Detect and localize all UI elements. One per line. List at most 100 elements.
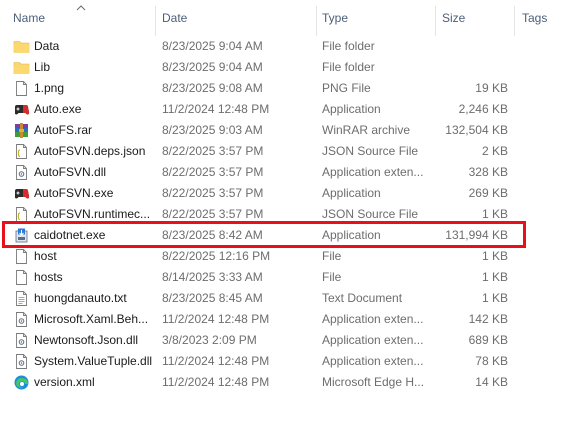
file-name: Lib <box>34 60 51 74</box>
highlight-box <box>2 221 526 248</box>
file-size: 328 KB <box>468 165 508 179</box>
file-type: File folder <box>322 60 375 74</box>
file-row[interactable]: AutoFSVN.dll 8/22/2025 3:57 PM Application… <box>0 162 569 183</box>
file-type: File <box>322 249 342 263</box>
file-name: AutoFSVN.dll <box>34 165 107 179</box>
file-row[interactable]: AutoFSVN.exe 8/22/2025 3:57 PM Application… <box>0 183 569 204</box>
file-name: Newtonsoft.Json.dll <box>34 333 139 347</box>
file-type: WinRAR archive <box>322 123 411 137</box>
file-size: 78 KB <box>475 354 508 368</box>
gamepad-icon <box>13 101 30 118</box>
column-divider[interactable] <box>155 6 156 36</box>
file-size: 2 KB <box>481 144 508 158</box>
gamepad-icon <box>13 185 30 202</box>
file-date: 3/8/2023 2:09 PM <box>162 333 257 347</box>
file-date: 11/2/2024 12:48 PM <box>162 354 270 368</box>
file-date: 11/2/2024 12:48 PM <box>162 375 270 389</box>
file-type: Microsoft Edge H... <box>322 375 425 389</box>
file-name: Microsoft.Xaml.Beh... <box>34 312 149 326</box>
dll-file-icon <box>13 164 30 181</box>
file-row[interactable]: host 8/22/2025 12:16 PM File 1 KB <box>0 246 569 267</box>
column-divider[interactable] <box>435 6 436 36</box>
file-date: 8/22/2025 3:57 PM <box>162 186 264 200</box>
file-row[interactable]: Newtonsoft.Json.dll 3/8/2023 2:09 PM Appli… <box>0 330 569 351</box>
file-date: 8/22/2025 3:57 PM <box>162 144 264 158</box>
file-row[interactable]: huongdanauto.txt 8/23/2025 8:45 AM Text Do… <box>0 288 569 309</box>
column-header-date[interactable]: Date <box>162 0 312 36</box>
file-size: 269 KB <box>468 186 508 200</box>
file-row[interactable]: Lib 8/23/2025 9:04 AM File folder <box>0 57 569 78</box>
file-name: version.xml <box>34 375 95 389</box>
file-type: PNG File <box>322 81 371 95</box>
column-header-type[interactable]: Type <box>322 0 432 36</box>
file-date: 11/2/2024 12:48 PM <box>162 102 270 116</box>
file-name: hosts <box>34 270 63 284</box>
edge-icon <box>13 374 30 391</box>
dll-file-icon <box>13 311 30 328</box>
file-date: 8/14/2025 3:33 AM <box>162 270 263 284</box>
winrar-icon <box>13 122 30 139</box>
file-type: Application exten... <box>322 165 424 179</box>
file-name: System.ValueTuple.dll <box>34 354 153 368</box>
file-type: Text Document <box>322 291 403 305</box>
file-name: AutoFS.rar <box>34 123 93 137</box>
file-row[interactable]: version.xml 11/2/2024 12:48 PM Microsoft E… <box>0 372 569 393</box>
file-row[interactable]: AutoFSVN.deps.json 8/22/2025 3:57 PM JSON … <box>0 141 569 162</box>
file-date: 8/22/2025 12:16 PM <box>162 249 271 263</box>
file-type: Application <box>322 186 381 200</box>
dll-file-icon <box>13 353 30 370</box>
file-icon <box>13 248 30 265</box>
file-type: Application exten... <box>322 354 424 368</box>
file-size: 19 KB <box>475 81 508 95</box>
column-header-bar: Name Date Type Size Tags <box>0 0 569 36</box>
file-row[interactable]: AutoFS.rar 8/23/2025 9:03 AM WinRAR archiv… <box>0 120 569 141</box>
file-type: Application <box>322 102 381 116</box>
file-size: 132,504 KB <box>445 123 508 137</box>
file-name: host <box>34 249 57 263</box>
dll-file-icon <box>13 332 30 349</box>
file-size: 142 KB <box>468 312 508 326</box>
text-file-icon <box>13 290 30 307</box>
file-name: 1.png <box>34 81 65 95</box>
file-size: 689 KB <box>468 333 508 347</box>
file-date: 8/23/2025 9:08 AM <box>162 81 263 95</box>
file-row[interactable]: 1.png 8/23/2025 9:08 AM PNG File 19 KB <box>0 78 569 99</box>
column-header-size[interactable]: Size <box>442 0 510 36</box>
file-name: huongdanauto.txt <box>34 291 127 305</box>
file-date: 8/23/2025 9:04 AM <box>162 39 263 53</box>
file-row[interactable]: Auto.exe 11/2/2024 12:48 PM Application 2,2… <box>0 99 569 120</box>
file-date: 11/2/2024 12:48 PM <box>162 312 270 326</box>
column-header-name[interactable]: Name <box>13 0 153 36</box>
file-name: AutoFSVN.deps.json <box>34 144 146 158</box>
file-size: 14 KB <box>475 375 508 389</box>
file-row[interactable]: Microsoft.Xaml.Beh... 11/2/2024 12:48 PM A… <box>0 309 569 330</box>
file-type: File folder <box>322 39 375 53</box>
file-size: 2,246 KB <box>458 102 508 116</box>
file-date: 8/23/2025 9:03 AM <box>162 123 263 137</box>
column-divider[interactable] <box>514 6 515 36</box>
file-row[interactable]: hosts 8/14/2025 3:33 AM File 1 KB <box>0 267 569 288</box>
file-size: 1 KB <box>481 249 508 263</box>
file-row[interactable]: Data 8/23/2025 9:04 AM File folder <box>0 36 569 57</box>
json-file-icon <box>13 143 30 160</box>
file-type: Application exten... <box>322 333 424 347</box>
file-type: File <box>322 270 342 284</box>
file-icon <box>13 80 30 97</box>
file-size <box>436 36 508 57</box>
column-divider[interactable] <box>316 6 317 36</box>
folder-icon <box>13 59 30 76</box>
folder-icon <box>13 38 30 55</box>
file-name: Auto.exe <box>34 102 82 116</box>
file-name: AutoFSVN.exe <box>34 186 114 200</box>
file-row[interactable]: System.ValueTuple.dll 11/2/2024 12:48 PM A… <box>0 351 569 372</box>
file-icon <box>13 269 30 286</box>
file-size: 1 KB <box>481 270 508 284</box>
file-size: 1 KB <box>481 291 508 305</box>
file-type: JSON Source File <box>322 144 419 158</box>
column-header-tags[interactable]: Tags <box>522 0 568 36</box>
file-size <box>436 57 508 78</box>
file-date: 8/22/2025 3:57 PM <box>162 165 264 179</box>
file-date: 8/23/2025 8:45 AM <box>162 291 263 305</box>
file-type: Application exten... <box>322 312 424 326</box>
file-name: Data <box>34 39 60 53</box>
